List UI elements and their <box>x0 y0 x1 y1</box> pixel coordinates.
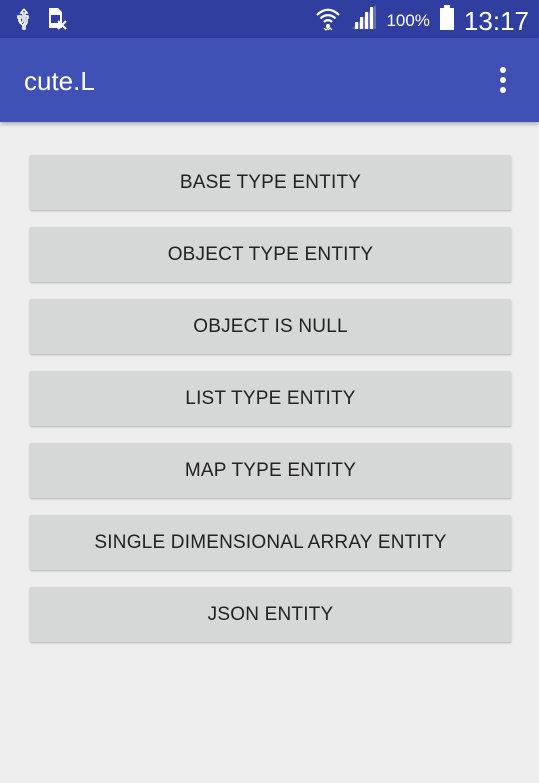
status-bar: 100% 13:17 <box>0 0 539 38</box>
overflow-menu-icon-dot <box>500 87 506 93</box>
map-type-entity-button[interactable]: MAP TYPE ENTITY <box>30 443 511 498</box>
object-is-null-button[interactable]: OBJECT IS NULL <box>30 299 511 354</box>
list-type-entity-button[interactable]: LIST TYPE ENTITY <box>30 371 511 426</box>
battery-icon <box>438 4 456 37</box>
single-dimensional-array-entity-button[interactable]: SINGLE DIMENSIONAL ARRAY ENTITY <box>30 515 511 570</box>
entity-button-list: BASE TYPE ENTITY OBJECT TYPE ENTITY OBJE… <box>30 155 511 659</box>
signal-icon <box>350 5 378 36</box>
object-type-entity-button[interactable]: OBJECT TYPE ENTITY <box>30 227 511 282</box>
status-time: 13:17 <box>463 5 529 36</box>
app-title: cute.L <box>24 66 95 96</box>
usb-icon <box>16 8 32 35</box>
sim-card-icon <box>47 7 67 36</box>
base-type-entity-button[interactable]: BASE TYPE ENTITY <box>30 155 511 210</box>
status-left-icons <box>16 7 67 36</box>
overflow-menu-button[interactable] <box>487 62 519 98</box>
overflow-menu-icon-dot <box>500 77 506 83</box>
overflow-menu-icon <box>500 67 506 73</box>
wifi-icon <box>314 4 342 37</box>
app-bar: cute.L <box>0 38 539 122</box>
json-entity-button[interactable]: JSON ENTITY <box>30 587 511 642</box>
battery-percent: 100% <box>386 10 430 30</box>
status-right-icons: 100% 13:17 <box>314 4 529 37</box>
